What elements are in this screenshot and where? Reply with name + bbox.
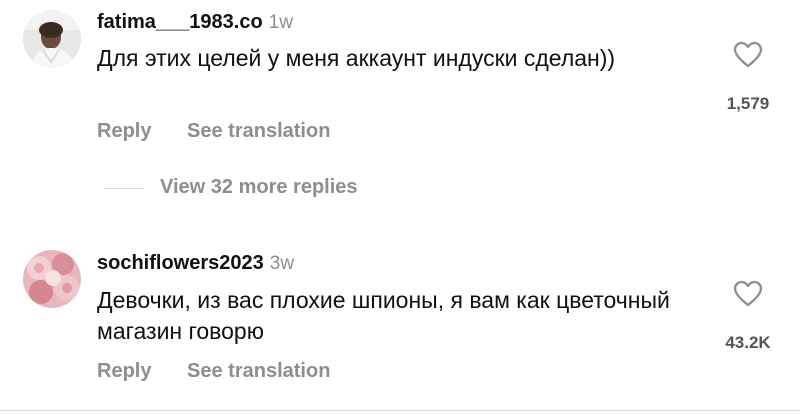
reply-button[interactable]: Reply [97, 360, 151, 382]
heart-outline-icon[interactable] [733, 41, 763, 68]
comment-actions: Reply See translation [97, 360, 360, 383]
see-translation-button[interactable]: See translation [187, 360, 330, 382]
view-more-replies-button[interactable]: View 32 more replies [160, 176, 358, 199]
divider-line [104, 188, 144, 189]
comment-item: sochiflowers2023 3w Девочки, из вас плохи… [0, 240, 800, 400]
avatar[interactable] [23, 250, 81, 308]
timestamp: 1w [268, 12, 293, 33]
timestamp: 3w [269, 253, 295, 274]
like-area: 1,579 [706, 41, 790, 114]
username[interactable]: sochiflowers2023 3w [97, 252, 294, 275]
comment-text: Для этих целей у меня аккаунт индуски сд… [97, 45, 616, 71]
heart-outline-icon[interactable] [733, 280, 763, 307]
username[interactable]: fatima___1983.co 1w [97, 11, 293, 34]
like-count: 43.2K [725, 333, 771, 352]
comment-text: Девочки, из вас плохие шпионы, я вам как… [97, 287, 670, 344]
comment-actions: Reply See translation [97, 120, 360, 143]
like-area: 43.2K [706, 280, 790, 353]
divider-line [0, 410, 800, 411]
see-translation-button[interactable]: See translation [187, 120, 330, 142]
comment-item: fatima___1983.co 1w Для этих целей у меня… [0, 0, 800, 160]
like-count: 1,579 [726, 94, 770, 113]
reply-button[interactable]: Reply [97, 120, 151, 142]
avatar[interactable] [23, 10, 81, 68]
